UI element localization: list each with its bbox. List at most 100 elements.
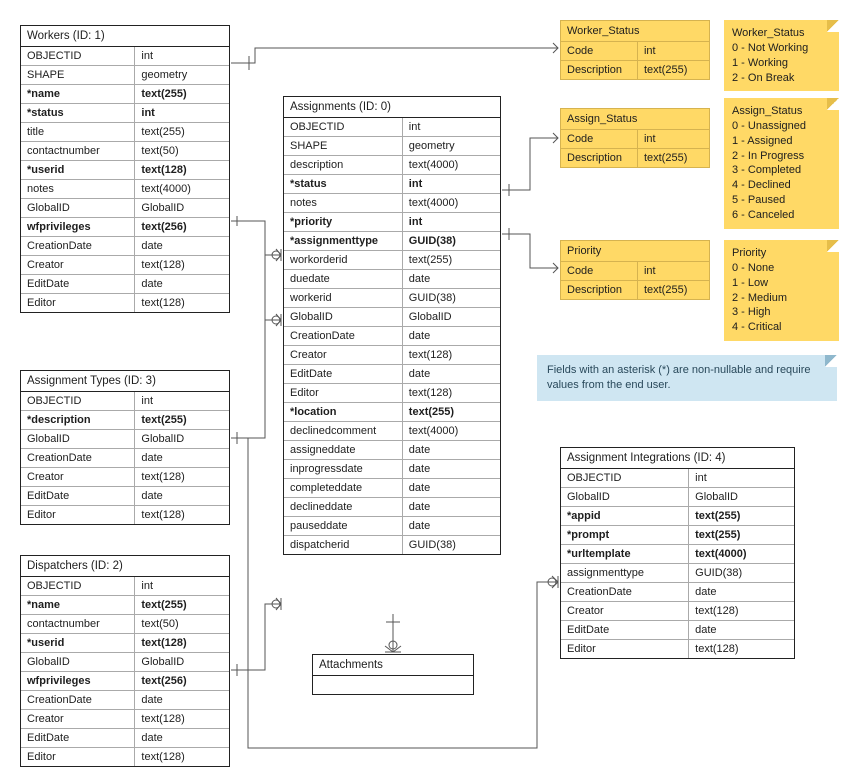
table-row: contactnumbertext(50) [21,614,229,633]
field-name: GlobalID [21,653,135,671]
entity-dispatchers: Dispatchers (ID: 2) OBJECTIDint*nametext… [20,555,230,767]
field-type: date [403,517,500,535]
table-row: *prompttext(255) [561,525,794,544]
table-row: assignmenttypeGUID(38) [561,563,794,582]
field-name: inprogressdate [284,460,403,478]
field-type: text(255) [135,596,229,614]
table-row: OBJECTIDint [561,469,794,487]
table-row: notestext(4000) [21,179,229,198]
field-name: OBJECTID [21,47,135,65]
field-type: int [689,469,794,487]
field-name: EditDate [561,621,689,639]
field-type: text(128) [689,640,794,658]
field-name: EditDate [21,487,135,505]
field-name: Editor [284,384,403,402]
field-name: Code [561,262,638,280]
field-type: GlobalID [403,308,500,326]
field-name: assignmenttype [561,564,689,582]
table-row: *priorityint [284,212,500,231]
field-name: *status [284,175,403,193]
field-name: *appid [561,507,689,525]
table-row: completeddatedate [284,478,500,497]
lookup-priority: Priority CodeintDescriptiontext(255) [560,240,710,300]
field-name: GlobalID [561,488,689,506]
field-name: *location [284,403,403,421]
table-row: Creatortext(128) [21,255,229,274]
field-type: text(128) [135,161,229,179]
field-name: Creator [284,346,403,364]
table-row: contactnumbertext(50) [21,141,229,160]
field-name: Creator [21,710,135,728]
table-row: SHAPEgeometry [21,65,229,84]
field-name: OBJECTID [561,469,689,487]
field-name: OBJECTID [21,577,135,595]
field-type: date [135,237,229,255]
field-name: Description [561,61,638,79]
table-row: CreationDatedate [21,690,229,709]
field-type: geometry [403,137,500,155]
field-name: Editor [21,748,135,766]
field-name: *prompt [561,526,689,544]
field-type: date [403,441,500,459]
field-name: contactnumber [21,615,135,633]
field-name: declinedcomment [284,422,403,440]
field-type: text(128) [689,602,794,620]
table-row: Creatortext(128) [21,467,229,486]
table-row: CreationDatedate [21,448,229,467]
field-type: text(128) [135,506,229,524]
table-row: assigneddatedate [284,440,500,459]
field-name: EditDate [21,729,135,747]
field-name: *description [21,411,135,429]
note-worker-status: Worker_Status 0 - Not Working 1 - Workin… [724,20,839,91]
table-row: Editortext(128) [21,505,229,524]
field-name: workorderid [284,251,403,269]
entity-title: Assignments (ID: 0) [284,97,500,118]
field-type: date [135,449,229,467]
field-type: text(128) [135,468,229,486]
entity-title: Assignment Integrations (ID: 4) [561,448,794,469]
field-name: Editor [561,640,689,658]
field-type: text(255) [689,526,794,544]
field-type: GUID(38) [403,232,500,250]
field-name: CreationDate [561,583,689,601]
field-name: Code [561,130,638,148]
table-row: duedatedate [284,269,500,288]
field-type: date [689,621,794,639]
table-row: GlobalIDGlobalID [284,307,500,326]
table-row: EditDatedate [284,364,500,383]
field-type: text(128) [135,634,229,652]
table-row: GlobalIDGlobalID [561,487,794,506]
field-type: text(256) [135,218,229,236]
lookup-body: CodeintDescriptiontext(255) [561,130,709,167]
field-name: Description [561,281,638,299]
table-row: *nametext(255) [21,84,229,103]
field-type: int [638,262,709,280]
lookup-title: Worker_Status [561,21,709,42]
field-type: date [135,275,229,293]
table-row: Codeint [561,262,709,280]
table-row: declinedcommenttext(4000) [284,421,500,440]
field-type: date [403,365,500,383]
field-name: GlobalID [21,199,135,217]
table-row: *descriptiontext(255) [21,410,229,429]
field-type: text(4000) [403,156,500,174]
field-type: text(50) [135,142,229,160]
field-type: int [403,213,500,231]
entity-body: OBJECTIDintSHAPEgeometrydescriptiontext(… [284,118,500,554]
lookup-body: CodeintDescriptiontext(255) [561,42,709,79]
field-type: date [135,487,229,505]
table-row: Editortext(128) [561,639,794,658]
field-name: title [21,123,135,141]
field-name: workerid [284,289,403,307]
table-row: Descriptiontext(255) [561,148,709,167]
field-type: text(255) [689,507,794,525]
table-row: dispatcheridGUID(38) [284,535,500,554]
table-row: Descriptiontext(255) [561,60,709,79]
field-type: GlobalID [689,488,794,506]
field-type: text(128) [403,346,500,364]
table-row: wfprivilegestext(256) [21,671,229,690]
field-type: text(255) [403,251,500,269]
field-type: int [403,175,500,193]
entity-assignment-types: Assignment Types (ID: 3) OBJECTIDint*des… [20,370,230,525]
field-name: *priority [284,213,403,231]
